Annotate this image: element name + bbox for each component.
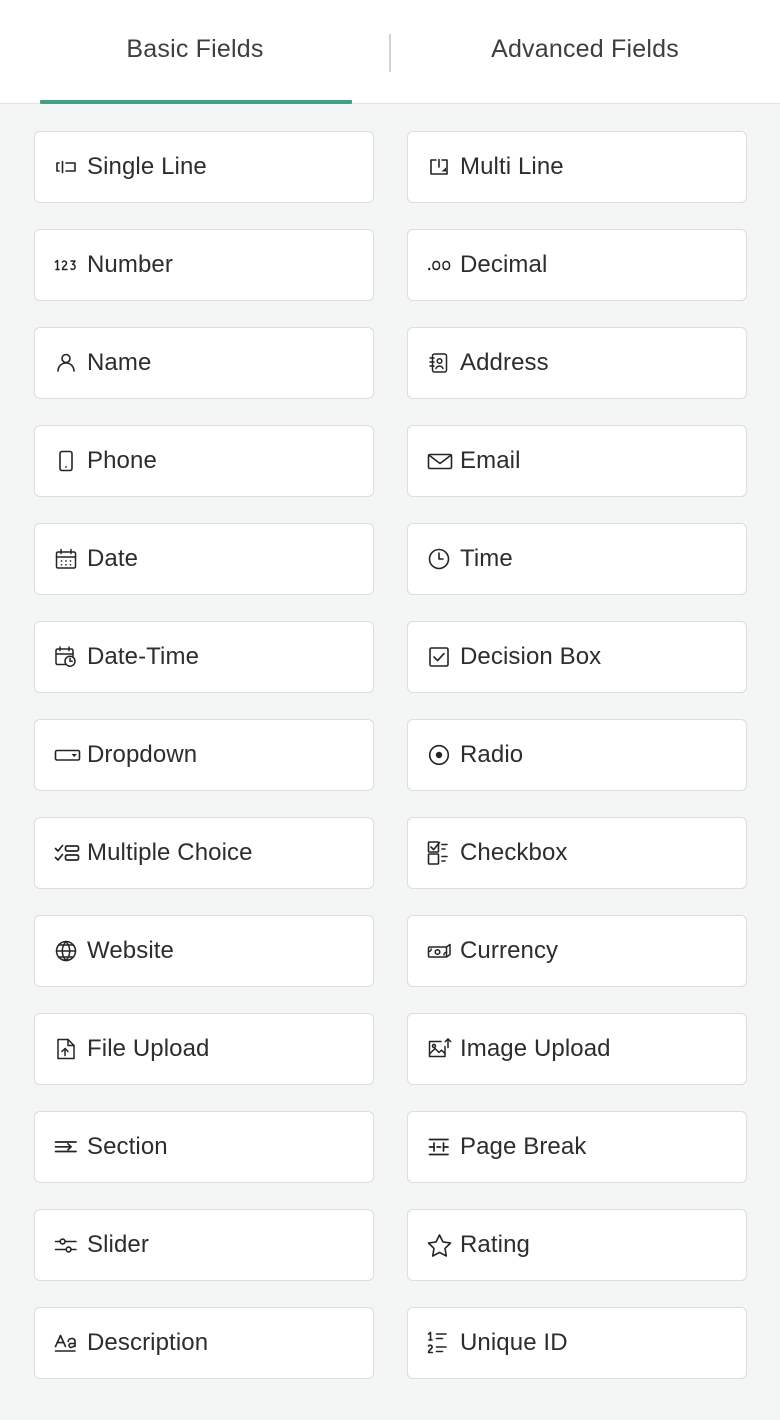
field-card-image-upload[interactable]: Image Upload	[407, 1013, 747, 1085]
field-label: Image Upload	[460, 1035, 611, 1062]
tab-basic-fields-label: Basic Fields	[126, 34, 264, 63]
globe-icon	[53, 936, 87, 966]
field-label: Time	[460, 545, 513, 572]
checkbox-list-icon	[426, 838, 460, 868]
file-upload-icon	[53, 1034, 87, 1064]
address-book-icon	[426, 348, 460, 378]
checklist-icon	[53, 838, 87, 868]
field-card-page-break[interactable]: Page Break	[407, 1111, 747, 1183]
field-card-date[interactable]: Date	[34, 523, 374, 595]
banknote-icon	[426, 936, 460, 966]
field-category-tabbar: Basic Fields Advanced Fields	[0, 0, 780, 104]
active-tab-indicator	[40, 100, 352, 104]
field-label: Description	[87, 1329, 209, 1356]
field-label: Address	[460, 349, 549, 376]
field-card-slider[interactable]: Slider	[34, 1209, 374, 1281]
field-card-checkbox[interactable]: Checkbox	[407, 817, 747, 889]
field-label: Multiple Choice	[87, 839, 253, 866]
section-break-icon	[53, 1132, 87, 1162]
field-label: Radio	[460, 741, 524, 768]
field-label: Checkbox	[460, 839, 568, 866]
field-card-currency[interactable]: Currency	[407, 915, 747, 987]
multi-line-icon	[426, 152, 460, 182]
checked-box-icon	[426, 642, 460, 672]
field-card-multiple-choice[interactable]: Multiple Choice	[34, 817, 374, 889]
page-break-icon	[426, 1132, 460, 1162]
field-label: Decision Box	[460, 643, 602, 670]
field-card-date-time[interactable]: Date-Time	[34, 621, 374, 693]
field-card-unique-id[interactable]: Unique ID	[407, 1307, 747, 1379]
field-card-website[interactable]: Website	[34, 915, 374, 987]
slider-controls-icon	[53, 1230, 87, 1260]
radio-button-icon	[426, 740, 460, 770]
field-label: Dropdown	[87, 741, 198, 768]
field-card-description[interactable]: Description	[34, 1307, 374, 1379]
dropdown-select-icon	[53, 740, 87, 770]
field-label: Single Line	[87, 153, 207, 180]
field-label: Phone	[87, 447, 157, 474]
field-card-section[interactable]: Section	[34, 1111, 374, 1183]
star-icon	[426, 1230, 460, 1260]
field-card-decimal[interactable]: Decimal	[407, 229, 747, 301]
field-card-multi-line[interactable]: Multi Line	[407, 131, 747, 203]
field-card-name[interactable]: Name	[34, 327, 374, 399]
decimal-point-zero-zero-icon	[426, 250, 460, 280]
field-card-email[interactable]: Email	[407, 425, 747, 497]
calendar-clock-icon	[53, 642, 87, 672]
field-type-grid: Single Line Multi Line Number Decimal Na…	[0, 104, 780, 1379]
field-label: Currency	[460, 937, 559, 964]
field-card-single-line[interactable]: Single Line	[34, 131, 374, 203]
field-label: Section	[87, 1133, 168, 1160]
image-upload-icon	[426, 1034, 460, 1064]
calendar-icon	[53, 544, 87, 574]
single-line-icon	[53, 152, 87, 182]
field-card-phone[interactable]: Phone	[34, 425, 374, 497]
field-label: Page Break	[460, 1133, 587, 1160]
tab-advanced-fields-label: Advanced Fields	[491, 34, 679, 63]
field-label: Date	[87, 545, 139, 572]
field-card-radio[interactable]: Radio	[407, 719, 747, 791]
clock-icon	[426, 544, 460, 574]
field-card-address[interactable]: Address	[407, 327, 747, 399]
person-icon	[53, 348, 87, 378]
envelope-icon	[426, 446, 460, 476]
tab-basic-fields[interactable]: Basic Fields	[0, 0, 390, 104]
number-123-icon	[53, 250, 87, 280]
tab-advanced-fields[interactable]: Advanced Fields	[390, 0, 780, 104]
field-label: Website	[87, 937, 174, 964]
field-label: Date-Time	[87, 643, 200, 670]
field-label: Multi Line	[460, 153, 564, 180]
field-card-rating[interactable]: Rating	[407, 1209, 747, 1281]
numbered-list-icon	[426, 1328, 460, 1358]
text-aa-icon	[53, 1328, 87, 1358]
field-card-file-upload[interactable]: File Upload	[34, 1013, 374, 1085]
field-label: Rating	[460, 1231, 530, 1258]
field-card-dropdown[interactable]: Dropdown	[34, 719, 374, 791]
field-label: Name	[87, 349, 152, 376]
field-card-time[interactable]: Time	[407, 523, 747, 595]
field-label: File Upload	[87, 1035, 210, 1062]
field-label: Slider	[87, 1231, 149, 1258]
field-label: Decimal	[460, 251, 548, 278]
mobile-phone-icon	[53, 446, 87, 476]
field-card-decision-box[interactable]: Decision Box	[407, 621, 747, 693]
field-label: Email	[460, 447, 521, 474]
field-card-number[interactable]: Number	[34, 229, 374, 301]
field-label: Number	[87, 251, 173, 278]
field-label: Unique ID	[460, 1329, 568, 1356]
